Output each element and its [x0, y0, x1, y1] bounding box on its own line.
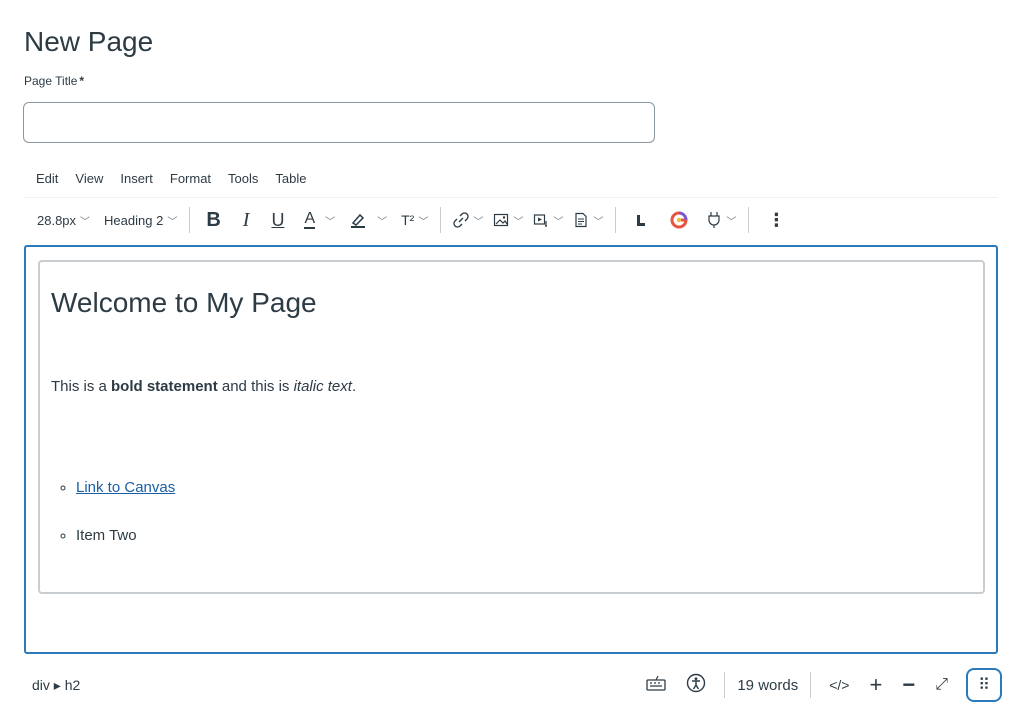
- link-button[interactable]: ﹀: [453, 205, 483, 235]
- menu-table[interactable]: Table: [275, 171, 306, 186]
- block-format-value: Heading 2: [104, 212, 164, 228]
- toolbar-separator: [748, 207, 750, 233]
- plugin-icon: [708, 212, 720, 228]
- italic-icon: I: [242, 208, 250, 231]
- media-button[interactable]: ﹀: [533, 205, 563, 235]
- required-asterisk: *: [79, 74, 85, 88]
- apps-icon: [670, 211, 688, 229]
- paragraph-text: .: [351, 378, 357, 395]
- canvas-link[interactable]: Link to Canvas: [76, 479, 175, 496]
- toolbar-separator: [189, 207, 191, 233]
- document-button[interactable]: ﹀: [573, 205, 603, 235]
- superscript-button[interactable]: T² ﹀: [401, 205, 428, 235]
- list-item[interactable]: Item Two: [76, 527, 175, 544]
- editor-toolbar: 28.8px ﹀ Heading 2 ﹀ B I U A ﹀ ﹀ T² ﹀ ﹀ …: [24, 205, 998, 235]
- more-icon: ⋮: [767, 209, 786, 230]
- lti-icon: [637, 215, 646, 226]
- editor-content-area[interactable]: Welcome to My Page This is a bold statem…: [24, 245, 998, 654]
- content-paragraph[interactable]: This is a bold statement and this is ita…: [51, 378, 356, 395]
- font-size-value: 28.8px: [37, 212, 77, 228]
- word-count[interactable]: 19 words: [737, 677, 798, 694]
- chevron-down-icon: ﹀: [80, 216, 91, 228]
- bold-button[interactable]: B: [206, 205, 220, 235]
- chevron-down-icon: ﹀: [325, 216, 336, 228]
- chevron-down-icon: ﹀: [593, 216, 604, 228]
- content-div[interactable]: Welcome to My Page This is a bold statem…: [38, 260, 985, 594]
- statusbar-controls: 19 words </> + − ⤢ ⠿: [636, 662, 1002, 708]
- link-icon: [453, 212, 470, 228]
- paragraph-text: This is a: [51, 378, 112, 395]
- accessibility-checker-button[interactable]: [686, 673, 706, 698]
- chevron-down-icon: ﹀: [513, 216, 524, 228]
- lti-tool-button[interactable]: [632, 205, 648, 235]
- fullscreen-button[interactable]: ⤢: [935, 676, 948, 694]
- media-icon: [534, 214, 548, 227]
- statusbar-separator: [724, 672, 726, 698]
- underline-button[interactable]: U: [271, 205, 284, 235]
- list-item: Link to Canvas: [76, 479, 175, 496]
- menubar-divider: [24, 197, 998, 198]
- chevron-down-icon: ﹀: [167, 216, 178, 228]
- chevron-down-icon: ﹀: [473, 216, 484, 228]
- chevron-down-icon: ﹀: [418, 216, 429, 228]
- bold-text: bold statement: [111, 378, 218, 395]
- font-size-select[interactable]: 28.8px ﹀: [37, 205, 90, 235]
- underline-icon: U: [271, 209, 285, 230]
- apps-button[interactable]: [670, 205, 688, 235]
- text-color-button[interactable]: A ﹀: [304, 205, 335, 235]
- menubar: Edit View Insert Format Tools Table: [36, 171, 323, 186]
- page-title-label-text: Page Title: [24, 74, 78, 88]
- chevron-down-icon: ﹀: [553, 216, 564, 228]
- superscript-icon: T²: [401, 212, 415, 228]
- image-icon: [494, 213, 509, 227]
- keyboard-shortcuts-button[interactable]: [646, 675, 666, 696]
- italic-text: italic text: [293, 378, 352, 395]
- menu-edit[interactable]: Edit: [36, 171, 58, 186]
- more-toolbar-button[interactable]: ⋮: [767, 205, 785, 235]
- statusbar-separator: [810, 672, 812, 698]
- highlight-icon: [351, 213, 366, 228]
- keyboard-icon: [646, 675, 666, 691]
- content-list: Link to Canvas Item Two: [76, 479, 175, 575]
- italic-button[interactable]: I: [243, 205, 250, 235]
- toolbar-separator: [615, 207, 617, 233]
- menu-tools[interactable]: Tools: [228, 171, 258, 186]
- chevron-down-icon: ﹀: [377, 216, 388, 228]
- menu-format[interactable]: Format: [170, 171, 211, 186]
- zoom-in-button[interactable]: +: [869, 672, 882, 698]
- image-button[interactable]: ﹀: [493, 205, 523, 235]
- highlight-button[interactable]: ﹀: [349, 205, 387, 235]
- bold-icon: B: [206, 208, 221, 231]
- zoom-out-button[interactable]: −: [902, 672, 915, 698]
- chevron-down-icon: ﹀: [726, 216, 737, 228]
- menu-view[interactable]: View: [75, 171, 103, 186]
- element-path[interactable]: div ▸ h2: [32, 677, 80, 694]
- page-title-input[interactable]: [23, 102, 655, 143]
- html-editor-toggle[interactable]: </>: [829, 677, 849, 693]
- block-format-select[interactable]: Heading 2 ﹀: [104, 205, 177, 235]
- paragraph-text: and this is: [217, 378, 294, 395]
- accessibility-icon: [687, 673, 706, 692]
- page-heading: New Page: [24, 26, 154, 57]
- toolbar-separator: [440, 207, 442, 233]
- page-title-label: Page Title *: [24, 74, 84, 88]
- menu-insert[interactable]: Insert: [120, 171, 153, 186]
- editor-statusbar: div ▸ h2 19 words </> + − ⤢ ⠿: [24, 662, 1002, 708]
- plugin-button[interactable]: ﹀: [706, 205, 736, 235]
- document-icon: [575, 212, 587, 228]
- drag-handle-icon: ⠿: [978, 677, 990, 694]
- content-heading[interactable]: Welcome to My Page: [51, 287, 317, 319]
- resize-handle[interactable]: ⠿: [966, 668, 1002, 702]
- text-color-icon: A: [304, 210, 316, 229]
